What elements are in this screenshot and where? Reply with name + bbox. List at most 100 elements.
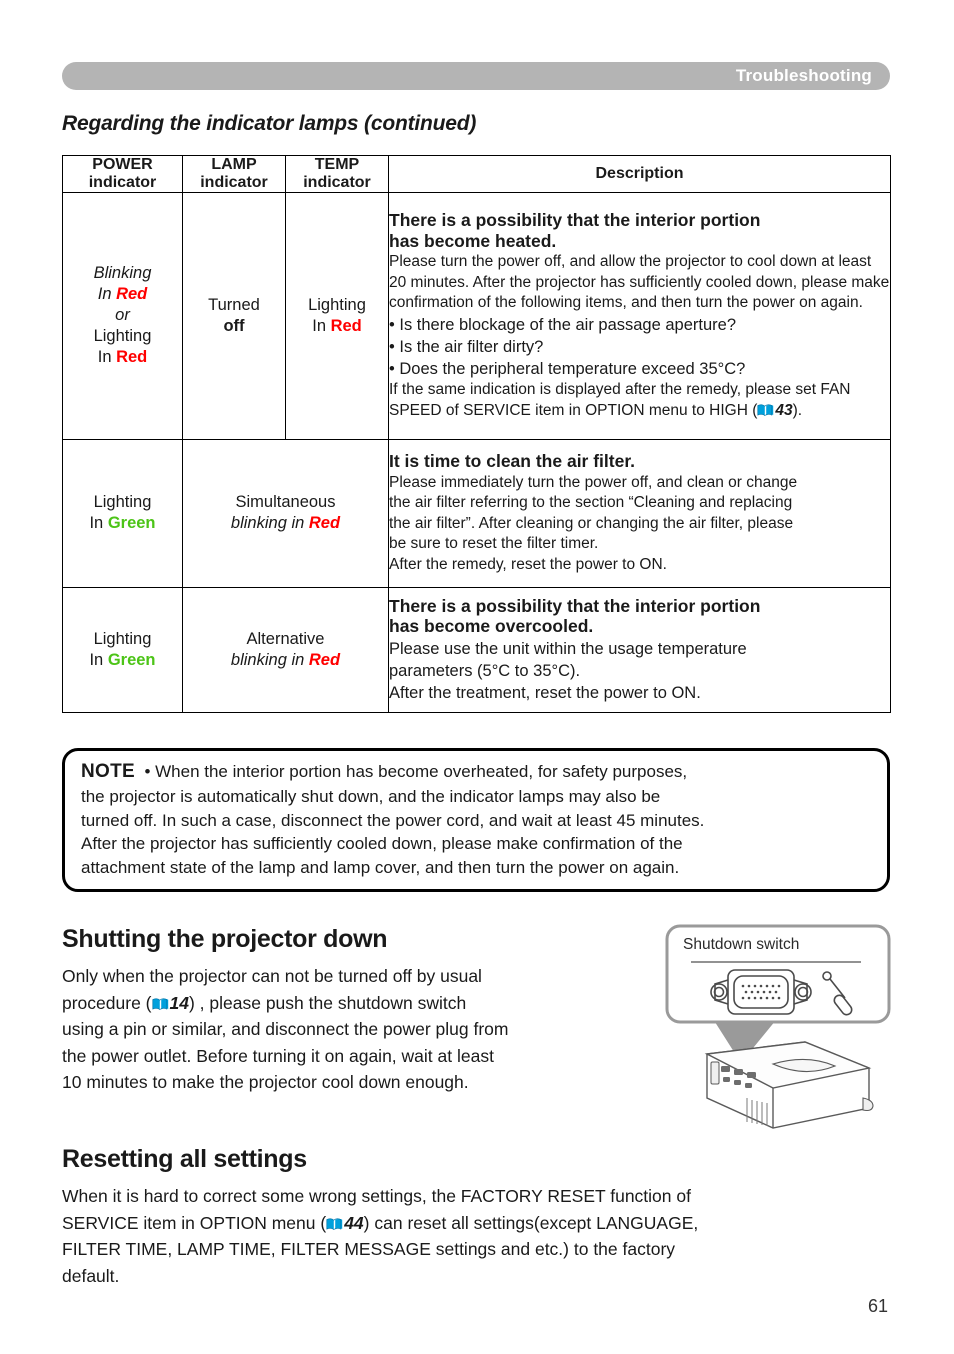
note-line: turned off. In such a case, disconnect t… [81,810,705,830]
temp-state-line-1: Lighting [308,295,366,314]
column-header-description: Description [388,155,891,193]
column-header-lamp-top: LAMP [211,156,257,173]
lamp-state-line-2: off [223,316,245,335]
cell-lamp-temp-state-2: Simultaneous blinking in Red [182,438,389,588]
power-state-line-2-color: Red [116,285,148,304]
power-state-line-5-color: Red [116,348,148,367]
page-number: 61 [867,1296,888,1316]
lamp-state-line-1: Turned [208,295,260,314]
cell-power-state-2: Lighting In Green [62,438,183,588]
description-body-3: Please use the unit within the usage tem… [389,638,890,704]
description-line: the air filter referring to the section … [389,494,793,512]
lamp-state-line-2-color: Red [308,650,341,669]
shutdown-switch-illustration [665,924,891,1129]
page-reference-number: 44 [344,1212,364,1233]
description-title-3: There is a possibility that the interior… [389,596,890,637]
lamp-state-line-2-color: Red [308,514,341,533]
description-line: 20 minutes. After the projector has suff… [389,273,890,291]
description-body-1: Please turn the power off, and allow the… [389,252,890,314]
shutting-down-heading: Shutting the projector down [62,925,388,953]
power-state-line-5-prefix: In [97,348,117,367]
paragraph-line-pre: procedure ( [62,992,152,1013]
description-line: confirmation of the following items, and… [389,294,863,312]
description-body-2: Please immediately turn the power off, a… [389,473,890,576]
power-state-line-2-color: Green [107,650,156,669]
cell-description-3: There is a possibility that the interior… [388,586,891,713]
power-state-line-2-prefix: In [97,285,117,304]
page-reference-43[interactable]: 43 [757,401,793,422]
power-state-line-1: Blinking [93,264,152,283]
table-row: Blinking In Red or Lighting In Red Turne… [62,191,891,440]
cell-description-2: It is time to clean the air filter. Plea… [388,438,891,588]
column-header-power-bottom: indicator [88,173,157,191]
section-heading: Regarding the indicator lamps (continued… [62,112,477,135]
column-header-temp: TEMP indicator [285,155,389,193]
cell-power-state-1: Blinking In Red or Lighting In Red [62,191,183,440]
power-state-line-4: Lighting [93,327,152,346]
description-line: the air filter”. After cleaning or chang… [389,514,794,532]
paragraph-line: Only when the projector can not be turne… [62,966,482,986]
paragraph-line: the power outlet. Before turning it on a… [62,1045,494,1066]
description-bullet: • Is there blockage of the air passage a… [389,315,736,334]
power-state-line-2-prefix: In [89,650,108,669]
description-line: Please immediately turn the power off, a… [389,473,798,491]
power-state-line-2: In Green [63,513,182,534]
power-state-line-5: In Red [63,347,182,368]
lamp-state-line-1: Alternative [246,629,325,648]
description-line: Please use the unit within the usage tem… [389,639,747,658]
paragraph-line: When it is hard to correct some wrong se… [62,1186,691,1206]
paragraph-line: using a pin or similar, and disconnect t… [62,1019,509,1040]
book-icon [757,403,774,416]
column-header-temp-bottom: indicator [303,173,371,191]
description-bullet: • Does the peripheral temperature exceed… [389,360,746,379]
page-reference-14[interactable]: 14 [151,990,189,1017]
description-line: be sure to reset the filter timer. [389,535,599,553]
lamp-state-line-2-prefix: blinking in [230,650,309,669]
book-icon [151,992,169,1010]
table-header-row: POWER indicator LAMP indicator TEMP indi… [62,155,891,193]
table-row: Lighting In Green Alternative blinking i… [62,586,891,713]
running-header-bar: Troubleshooting [62,62,890,90]
paragraph-line: FILTER TIME, LAMP TIME, FILTER MESSAGE s… [62,1239,676,1260]
power-state-line-1: Lighting [93,493,152,512]
temp-state-line-2-prefix: In [312,316,331,335]
power-state-line-1: Lighting [93,629,152,648]
paragraph-line: SERVICE item in OPTION menu (44) can res… [62,1210,890,1237]
description-tail-end: ). [792,401,803,419]
temp-state-line-2-color: Red [330,316,362,335]
projector-illustration [704,1041,874,1129]
note-body: NOTE • When the interior portion has bec… [81,759,873,879]
paragraph-line: 10 minutes to make the projector cool do… [62,1072,469,1093]
description-line: If the same indication is displayed afte… [389,381,851,399]
cell-description-1: There is a possibility that the interior… [388,191,891,440]
power-state-line-2-prefix: In [89,514,108,533]
paragraph-line-pre: SERVICE item in OPTION menu ( [62,1212,327,1233]
page-reference-44[interactable]: 44 [326,1210,364,1237]
resetting-settings-paragraph: When it is hard to correct some wrong se… [62,1183,890,1289]
note-line: the projector is automatically shut down… [81,787,661,807]
indicator-lamp-table: POWER indicator LAMP indicator TEMP indi… [62,155,891,713]
description-line: parameters (5°C to 35°C). [389,661,581,680]
description-bullet: • Is the air filter dirty? [389,338,544,357]
column-header-temp-top: TEMP [314,156,360,173]
resetting-settings-heading: Resetting all settings [62,1145,307,1173]
note-line: • When the interior portion has become o… [144,762,688,781]
cell-lamp-state-1: Turned off [182,191,286,440]
note-box: NOTE • When the interior portion has bec… [62,748,890,893]
lamp-state-line-2: blinking in Red [183,513,388,534]
shutting-down-paragraph: Only when the projector can not be turne… [62,963,662,1096]
cell-lamp-temp-state-3: Alternative blinking in Red [182,586,389,713]
page-reference-number: 43 [775,401,793,419]
power-state-line-2: In Red [63,284,182,305]
shutdown-switch-figure: Shutdown switch [655,922,895,1144]
table-row: Lighting In Green Simultaneous blinking … [62,438,891,588]
page-reference-number: 14 [169,992,189,1013]
column-header-lamp: LAMP indicator [182,155,286,193]
cell-temp-state-1: Lighting In Red [285,191,389,440]
column-header-power: POWER indicator [62,155,183,193]
note-first-line: NOTE • When the interior portion has bec… [81,759,873,785]
description-title-line: has become overcooled. [389,616,594,637]
column-header-lamp-bottom: indicator [200,173,268,191]
paragraph-line: default. [62,1265,120,1286]
temp-state-line-2: In Red [286,316,388,337]
